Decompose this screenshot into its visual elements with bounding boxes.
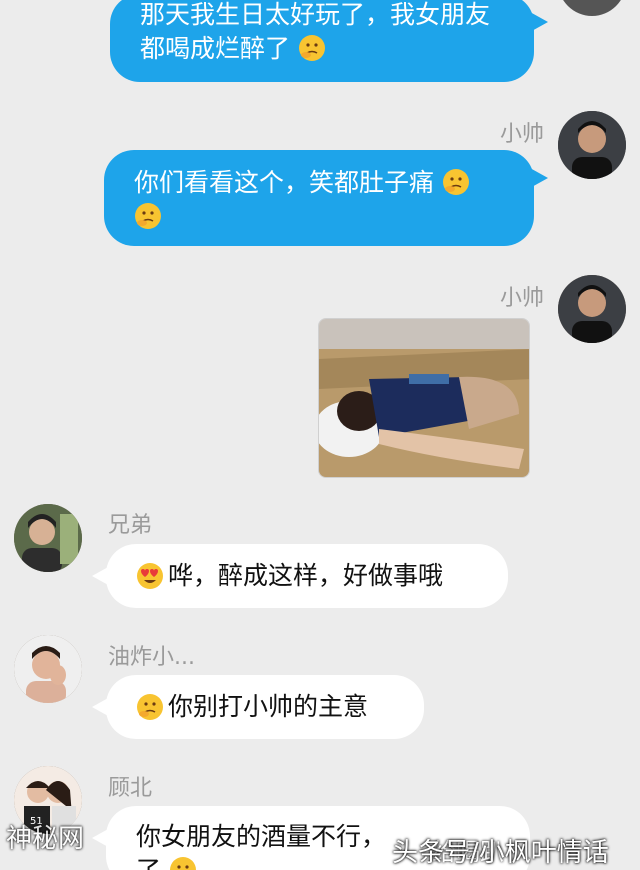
sender-name-3: 小帅	[499, 286, 544, 311]
message-text-6b: 了	[136, 856, 161, 870]
message-text-5: 你别打小帅的主意	[168, 692, 369, 721]
avatar-youzha[interactable]	[14, 635, 82, 703]
sender-name-6: 顾北	[108, 776, 153, 801]
message-text-2: 你们看看这个，笑都肚子痛	[134, 168, 435, 197]
sender-name-4: 兄弟	[108, 513, 153, 538]
thinking-emoji-icon	[298, 35, 325, 61]
message-text-6: 你女朋友的酒量不行，	[136, 822, 387, 851]
thinking-emoji-icon	[169, 857, 196, 870]
message-image[interactable]	[318, 318, 530, 478]
avatar-self-top[interactable]	[558, 0, 626, 16]
person-avatar-icon	[558, 111, 626, 179]
sender-name-2: 小帅	[499, 122, 544, 147]
person-avatar-icon	[558, 275, 626, 343]
sender-name-5: 油炸小...	[108, 645, 195, 670]
message-text-4: 哗，醉成这样，好做事哦	[168, 561, 444, 590]
thinking-emoji-icon	[442, 169, 469, 195]
heart-eyes-emoji-icon	[137, 563, 163, 589]
message-bubble-4[interactable]: 哗，醉成这样，好做事哦	[92, 544, 508, 608]
watermark-right: 头条号/小枫叶情话	[392, 838, 609, 868]
message-bubble-1[interactable]: 那天我生日太好玩了，我女朋友都喝成烂醉了	[110, 0, 548, 82]
thinking-emoji-icon	[135, 203, 161, 229]
watermark-left: 神秘网	[6, 824, 85, 854]
person-avatar-icon	[14, 504, 82, 572]
photo-image	[319, 319, 529, 477]
avatar-xiaoshuai-1[interactable]	[558, 111, 626, 179]
avatar-xiaoshuai-2[interactable]	[558, 275, 626, 343]
avatar-xiongdi[interactable]	[14, 504, 82, 572]
person-avatar-icon	[14, 635, 82, 703]
message-bubble-5[interactable]: 你别打小帅的主意	[92, 675, 424, 739]
thinking-emoji-icon	[137, 694, 163, 720]
message-bubble-2[interactable]: 你们看看这个，笑都肚子痛	[104, 150, 548, 246]
